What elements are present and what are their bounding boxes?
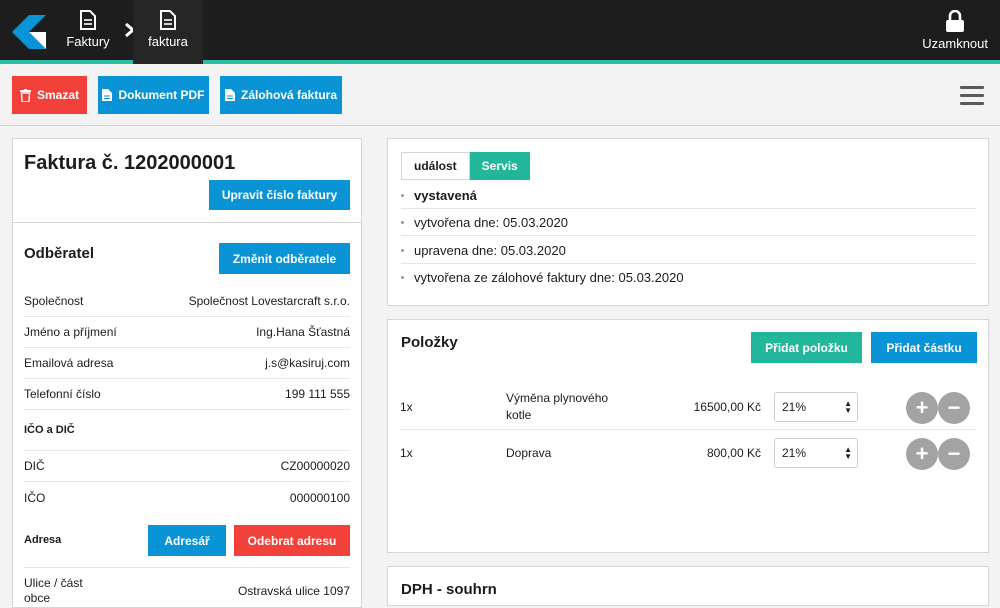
item-name: Doprava xyxy=(506,445,552,460)
lock-button[interactable]: Uzamknout xyxy=(922,0,988,64)
field-value: 000000100 xyxy=(289,490,350,505)
pdf-document-button[interactable]: Dokument PDF xyxy=(98,76,209,114)
trash-icon xyxy=(19,88,31,102)
vat-select[interactable]: 21% ▲ ▼ xyxy=(774,392,858,422)
change-customer-label: Změnit odběratele xyxy=(232,251,337,266)
add-item-label: Přidat položku xyxy=(765,340,848,355)
advance-invoice-button[interactable]: Zálohová faktura xyxy=(220,76,342,114)
edit-invoice-number-button[interactable]: Upravit číslo faktury xyxy=(209,180,350,210)
event-text: vystavená xyxy=(414,187,477,203)
event-item: upravena dne: 05.03.2020 xyxy=(401,237,976,264)
edit-invoice-number-label: Upravit číslo faktury xyxy=(221,188,338,202)
breadcrumb-invoices[interactable]: Faktury xyxy=(53,0,123,64)
field-label: DIČ xyxy=(24,459,45,473)
lock-icon xyxy=(946,10,965,32)
delete-button[interactable]: Smazat xyxy=(12,76,87,114)
breadcrumb-invoice[interactable]: faktura xyxy=(133,0,203,64)
address-book-button[interactable]: Adresář xyxy=(148,525,226,556)
add-amount-label: Přidat částku xyxy=(886,340,962,355)
customer-heading: Odběratel xyxy=(24,245,95,262)
divider xyxy=(12,222,362,223)
tax-field-row: DIČ CZ00000020 xyxy=(24,451,350,482)
delete-label: Smazat xyxy=(36,88,80,102)
bullet-icon xyxy=(401,276,404,279)
lock-label: Uzamknout xyxy=(922,36,988,51)
tax-ids-heading: IČO a DIČ xyxy=(24,424,75,436)
select-arrows-icon: ▲ ▼ xyxy=(844,399,852,415)
pdf-label: Dokument PDF xyxy=(118,88,205,102)
field-label: Jméno a příjmení xyxy=(24,325,117,339)
bullet-icon xyxy=(401,220,404,224)
document-icon xyxy=(80,10,96,30)
vat-select[interactable]: 21% ▲ ▼ xyxy=(774,438,858,468)
bullet-icon xyxy=(401,248,404,252)
customer-field-row: Společnost Společnost Lovestarcraft s.r.… xyxy=(24,286,350,317)
tax-field-row: IČO 000000100 xyxy=(24,482,350,513)
field-value: 199 111 555 xyxy=(285,387,350,401)
add-amount-button[interactable]: Přidat částku xyxy=(871,332,977,363)
event-tabs: událost Servis xyxy=(401,152,530,180)
event-text: upravena dne: 05.03.2020 xyxy=(414,242,566,258)
bullet-icon xyxy=(401,193,404,197)
address-book-label: Adresář xyxy=(164,533,210,548)
remove-address-label: Odebrat adresu xyxy=(247,533,337,548)
customer-field-row: Emailová adresa j.s@kasiruj.com xyxy=(24,348,350,379)
field-value: Ing.Hana Šťastná xyxy=(256,325,350,339)
item-row: 1x Doprava 800,00 Kč 21% ▲ ▼ + − xyxy=(400,430,976,476)
vat-value: 21% xyxy=(782,446,807,460)
decrease-button[interactable]: − xyxy=(938,438,970,470)
decrease-button[interactable]: − xyxy=(938,392,970,424)
event-item: vytvořena ze zálohové faktury dne: 05.03… xyxy=(401,264,976,291)
items-heading: Položky xyxy=(401,334,458,351)
field-value: CZ00000020 xyxy=(280,459,350,473)
advance-invoice-label: Zálohová faktura xyxy=(240,88,338,102)
invoice-title: Faktura č. 1202000001 xyxy=(24,152,236,174)
customer-field-row: Jméno a příjmení Ing.Hana Šťastná xyxy=(24,317,350,348)
field-label: IČO xyxy=(24,490,46,505)
item-row: 1x Výměna plynového kotle 16500,00 Kč 21… xyxy=(400,384,976,430)
field-label: Emailová adresa xyxy=(24,356,114,370)
field-value: j.s@kasiruj.com xyxy=(265,356,350,370)
app-logo[interactable] xyxy=(12,15,46,49)
breadcrumb-label: faktura xyxy=(148,34,188,49)
field-label: Telefonní číslo xyxy=(24,387,101,401)
item-price: 800,00 Kč xyxy=(706,446,761,460)
document-icon xyxy=(102,89,113,101)
increase-button[interactable]: + xyxy=(906,438,938,470)
event-text: vytvořena ze zálohové faktury dne: 05.03… xyxy=(414,270,684,285)
event-item: vytvořena dne: 05.03.2020 xyxy=(401,209,976,236)
document-icon xyxy=(224,89,235,101)
change-customer-button[interactable]: Změnit odběratele xyxy=(219,243,350,274)
item-quantity: 1x xyxy=(400,400,413,414)
street-value: Ostravská ulice 1097 xyxy=(237,584,350,598)
vat-summary-heading: DPH - souhrn xyxy=(401,581,497,598)
item-quantity: 1x xyxy=(400,446,413,460)
item-name: Výměna plynového kotle xyxy=(506,391,609,422)
select-arrows-icon: ▲ ▼ xyxy=(844,445,852,461)
field-value: Společnost Lovestarcraft s.r.o. xyxy=(188,294,350,308)
divider xyxy=(24,567,350,568)
event-item: vystavená xyxy=(401,182,976,209)
customer-field-row: Telefonní číslo 199 111 555 xyxy=(24,379,350,410)
event-text: vytvořena dne: 05.03.2020 xyxy=(414,214,568,230)
street-label: Ulice / část obce xyxy=(24,576,83,605)
menu-icon[interactable] xyxy=(960,86,984,106)
field-label: Společnost xyxy=(24,294,84,308)
tab-service[interactable]: Servis xyxy=(469,152,530,180)
tab-event[interactable]: událost xyxy=(401,152,470,180)
breadcrumb-label: Faktury xyxy=(66,34,110,49)
top-navigation-bar: Faktury faktura Uzamknout xyxy=(0,0,1000,64)
document-icon xyxy=(160,10,176,30)
vat-value: 21% xyxy=(782,400,807,414)
item-price: 16500,00 Kč xyxy=(693,400,761,414)
increase-button[interactable]: + xyxy=(906,392,938,424)
add-item-button[interactable]: Přidat položku xyxy=(751,332,862,363)
address-heading: Adresa xyxy=(24,534,62,546)
remove-address-button[interactable]: Odebrat adresu xyxy=(234,525,350,556)
